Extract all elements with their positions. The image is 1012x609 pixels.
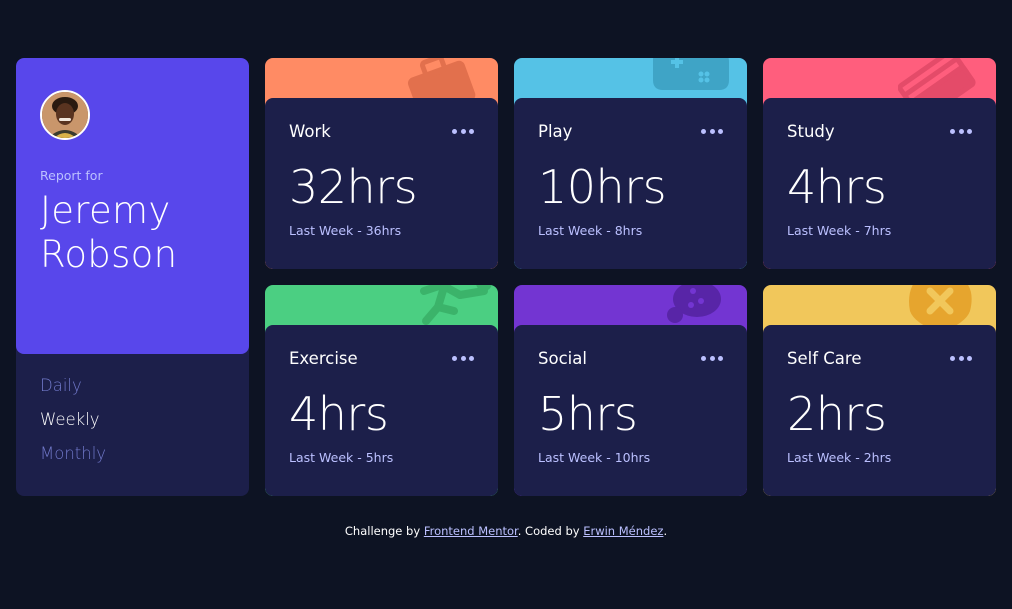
current-hours: 5hrs <box>538 387 638 441</box>
activity-card-play: Play 10hrs Last Week - 8hrs <box>514 58 747 269</box>
activity-card-exercise: Exercise 4hrs Last Week - 5hrs <box>265 285 498 496</box>
ellipsis-menu-icon[interactable] <box>944 125 972 138</box>
author-link[interactable]: Erwin Méndez <box>583 524 663 538</box>
card-body: Study 4hrs Last Week - 7hrs <box>763 98 996 269</box>
report-for-label: Report for <box>40 168 103 183</box>
card-body: Play 10hrs Last Week - 8hrs <box>514 98 747 269</box>
card-title: Social <box>538 349 587 368</box>
activity-card-self-care: Self Care 2hrs Last Week - 2hrs <box>763 285 996 496</box>
user-name: Jeremy Robson <box>40 189 225 277</box>
time-tracking-dashboard: Report for Jeremy Robson Daily Weekly Mo… <box>16 58 996 496</box>
tab-weekly[interactable]: Weekly <box>40 410 225 429</box>
activity-card-work: Work 32hrs Last Week - 36hrs <box>265 58 498 269</box>
previous-hours: Last Week - 8hrs <box>538 223 643 238</box>
previous-hours: Last Week - 36hrs <box>289 223 402 238</box>
ellipsis-menu-icon[interactable] <box>446 125 474 138</box>
ellipsis-menu-icon[interactable] <box>944 352 972 365</box>
profile-card: Report for Jeremy Robson Daily Weekly Mo… <box>16 58 249 496</box>
tab-monthly[interactable]: Monthly <box>40 444 225 463</box>
timeframe-tabs: Daily Weekly Monthly <box>16 354 249 463</box>
card-title: Work <box>289 122 331 141</box>
current-hours: 32hrs <box>289 160 418 214</box>
current-hours: 4hrs <box>289 387 389 441</box>
avatar-photo-icon <box>42 92 88 138</box>
ellipsis-menu-icon[interactable] <box>446 352 474 365</box>
card-body: Work 32hrs Last Week - 36hrs <box>265 98 498 269</box>
card-title: Self Care <box>787 349 862 368</box>
attribution-footer: Challenge by Frontend Mentor. Coded by E… <box>0 524 1012 538</box>
user-first-name: Jeremy <box>40 189 171 232</box>
attribution-prefix: Challenge by <box>344 524 424 538</box>
previous-hours: Last Week - 5hrs <box>289 450 394 465</box>
current-hours: 2hrs <box>787 387 887 441</box>
card-title: Play <box>538 122 573 141</box>
attribution-suffix: . <box>663 524 668 538</box>
profile-header: Report for Jeremy Robson <box>16 58 249 354</box>
previous-hours: Last Week - 10hrs <box>538 450 651 465</box>
card-title: Exercise <box>289 349 358 368</box>
previous-hours: Last Week - 2hrs <box>787 450 892 465</box>
card-title: Study <box>787 122 835 141</box>
activity-card-study: Study 4hrs Last Week - 7hrs <box>763 58 996 269</box>
current-hours: 10hrs <box>538 160 667 214</box>
previous-hours: Last Week - 7hrs <box>787 223 892 238</box>
user-last-name: Robson <box>40 233 178 276</box>
current-hours: 4hrs <box>787 160 887 214</box>
ellipsis-menu-icon[interactable] <box>695 352 723 365</box>
user-avatar <box>40 90 90 140</box>
card-body: Social 5hrs Last Week - 10hrs <box>514 325 747 496</box>
frontend-mentor-link[interactable]: Frontend Mentor <box>424 524 518 538</box>
attribution-middle: . Coded by <box>517 524 584 538</box>
activity-card-social: Social 5hrs Last Week - 10hrs <box>514 285 747 496</box>
tab-daily[interactable]: Daily <box>40 376 225 395</box>
card-body: Exercise 4hrs Last Week - 5hrs <box>265 325 498 496</box>
ellipsis-menu-icon[interactable] <box>695 125 723 138</box>
card-body: Self Care 2hrs Last Week - 2hrs <box>763 325 996 496</box>
